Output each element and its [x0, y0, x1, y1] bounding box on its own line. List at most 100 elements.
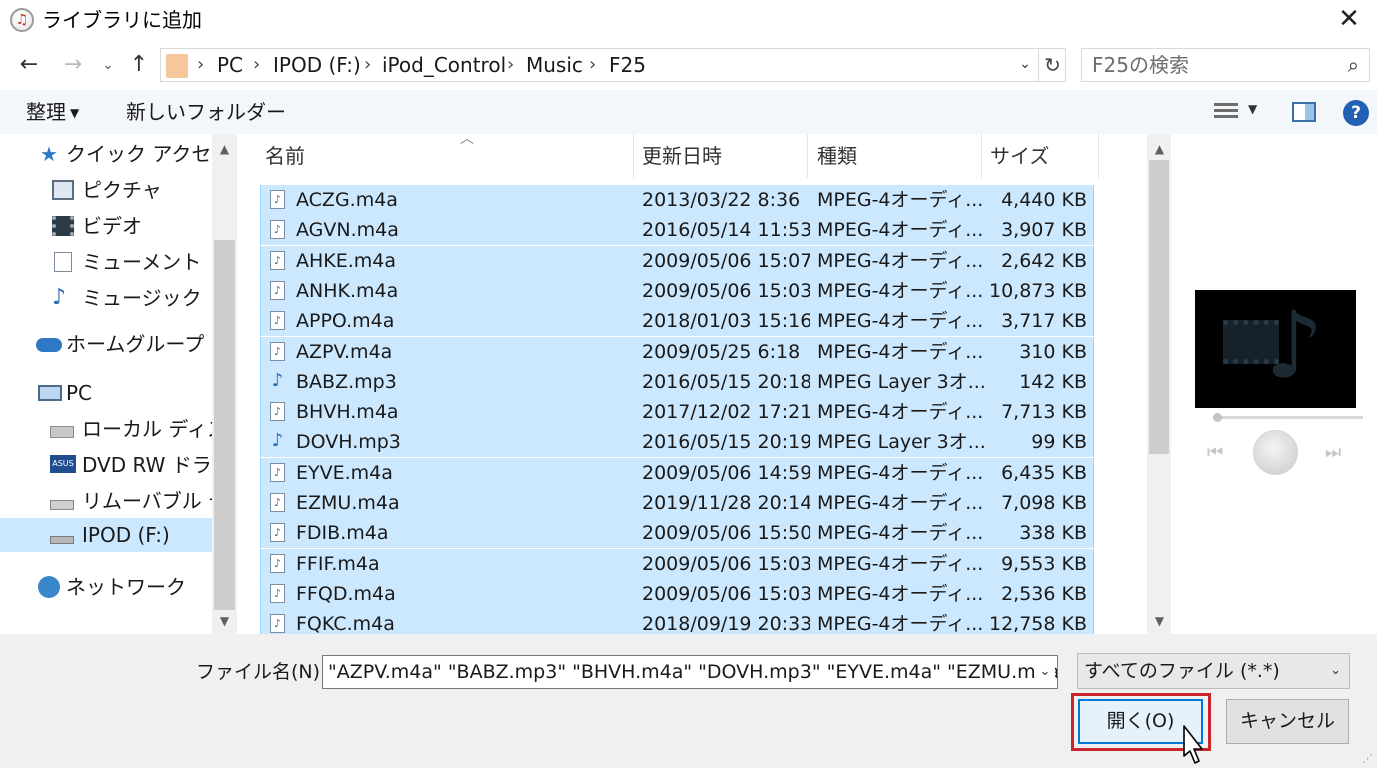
table-row[interactable]: ♪ ANHK.m4a 2009/05/06 15:03 MPEG-4オーディ... 10…: [260, 275, 1094, 306]
column-header-type[interactable]: 種類: [808, 134, 982, 178]
table-row[interactable]: ♪ AGVN.m4a 2016/05/14 11:53 MPEG-4オーディ... 3,…: [260, 215, 1094, 246]
list-scroll-down-icon[interactable]: ▼: [1147, 614, 1172, 628]
audio-file-icon: ♪: [270, 402, 285, 422]
file-type: MPEG-4オーディ...: [817, 522, 984, 545]
nav-item-documents[interactable]: ミューメント: [0, 245, 212, 279]
nav-scroll-down-icon[interactable]: ▼: [212, 614, 237, 628]
table-row[interactable]: ♪ APPO.m4a 2018/01/03 15:16 MPEG-4オーディ... 3,…: [260, 306, 1094, 337]
file-name: EZMU.m4a: [296, 492, 400, 514]
table-row[interactable]: ♪ DOVH.mp3 2016/05/15 20:19 MPEG Layer 3オ..…: [260, 427, 1094, 458]
breadcrumb-music[interactable]: Music: [526, 49, 583, 81]
table-row[interactable]: ♪ FFIF.m4a 2009/05/06 15:03 MPEG-4オーディ... 9,…: [260, 548, 1094, 579]
file-name: ANHK.m4a: [296, 279, 399, 302]
navigation-pane: ★ クイック アクセス ピクチャ ビデオ ミューメント ♪ ミュージック ホーム…: [0, 134, 237, 634]
mp3-file-icon: ♪: [271, 369, 284, 391]
file-name: AGVN.m4a: [296, 219, 399, 242]
table-row[interactable]: ♪ FDIB.m4a 2009/05/06 15:50 MPEG-4オーディ... 33…: [260, 518, 1094, 549]
view-caret-down-icon[interactable]: ▼: [1248, 102, 1257, 116]
file-size: 3,907 KB: [1001, 219, 1087, 242]
back-arrow-icon[interactable]: ←: [12, 50, 46, 80]
organize-menu-button[interactable]: 整理 ▼: [26, 98, 79, 127]
close-button[interactable]: ✕: [1321, 0, 1377, 40]
nav-item-ipod[interactable]: IPOD (F:): [0, 518, 212, 552]
window-title: ライブラリに追加: [42, 8, 202, 32]
audio-file-icon: ♪: [270, 523, 285, 543]
file-type: MPEG-4オーディ...: [817, 492, 984, 514]
breadcrumb-separator: ›: [253, 54, 261, 75]
table-row[interactable]: ♪ FFQD.m4a 2009/05/06 15:03 MPEG-4オーディ... 2,…: [260, 578, 1094, 609]
previous-track-icon[interactable]: ⏮: [1207, 442, 1223, 463]
command-toolbar: 整理 ▼ 新しいフォルダー: [0, 90, 1377, 134]
filename-input[interactable]: "AZPV.m4a" "BABZ.mp3" "BHVH.m4a" "DOVH.m…: [322, 655, 1058, 689]
file-date: 2009/05/06 15:03: [642, 279, 810, 302]
audio-file-icon: ♪: [270, 493, 285, 512]
file-date: 2016/05/15 20:18: [642, 370, 810, 393]
table-row[interactable]: ♪ BABZ.mp3 2016/05/15 20:18 MPEG Layer 3オ..…: [260, 366, 1094, 397]
list-scroll-up-icon[interactable]: ▲: [1147, 142, 1172, 156]
resize-grip-icon[interactable]: ⋰: [1362, 753, 1373, 764]
breadcrumb-f25[interactable]: F25: [609, 49, 646, 81]
table-row[interactable]: ♪ EZMU.m4a 2019/11/28 20:14 MPEG-4オーディ... 7,…: [260, 488, 1094, 518]
breadcrumb-pc[interactable]: PC: [217, 49, 243, 81]
file-date: 2016/05/15 20:19: [642, 431, 810, 454]
nav-item-videos[interactable]: ビデオ: [0, 209, 212, 243]
file-date: 2018/09/19 20:33: [642, 613, 810, 634]
file-name: BHVH.m4a: [296, 401, 399, 424]
mp3-file-icon: ♪: [271, 430, 284, 452]
nav-item-label: ミューメント: [82, 250, 202, 274]
up-arrow-icon[interactable]: ↑: [124, 50, 154, 80]
table-row[interactable]: ♪ BHVH.m4a 2017/12/02 17:21 MPEG-4オーディ... 7,…: [260, 397, 1094, 428]
filetype-chevron-icon: ⌄: [1330, 663, 1341, 678]
table-row[interactable]: ♪ EYVE.m4a 2009/05/06 14:59 MPEG-4オーディ... 6,…: [260, 457, 1094, 488]
nav-item-label: クイック アクセス: [66, 142, 212, 166]
breadcrumb-ipod[interactable]: IPOD (F:): [273, 49, 361, 81]
preview-pane-icon[interactable]: [1292, 102, 1316, 122]
nav-item-pictures[interactable]: ピクチャ: [0, 173, 212, 207]
file-type: MPEG-4オーディ...: [817, 613, 984, 634]
nav-item-dvd[interactable]: ASUS DVD RW ドライブ: [0, 448, 212, 482]
nav-item-local-disk[interactable]: ローカル ディスク: [0, 412, 212, 446]
new-folder-button[interactable]: 新しいフォルダー: [126, 98, 286, 126]
pc-icon: [38, 385, 62, 401]
nav-item-label: リムーバブル デ: [82, 489, 212, 513]
table-row[interactable]: ♪ AHKE.m4a 2009/05/06 15:07 MPEG-4オーディ... 2,…: [260, 245, 1094, 276]
file-name: FQKC.m4a: [296, 613, 395, 634]
file-name: DOVH.mp3: [296, 431, 401, 454]
file-size: 6,435 KB: [1001, 461, 1087, 484]
search-input[interactable]: F25の検索 ⌕: [1081, 48, 1370, 82]
nav-scroll-up-icon[interactable]: ▲: [212, 142, 237, 156]
nav-item-quick-access[interactable]: ★ クイック アクセス: [0, 137, 212, 171]
nav-item-label: ローカル ディスク: [82, 417, 212, 441]
refresh-icon[interactable]: ↻: [1038, 48, 1066, 82]
column-header-size[interactable]: サイズ: [982, 134, 1099, 178]
filetype-select[interactable]: すべてのファイル (*.*) ⌄: [1077, 653, 1350, 689]
address-bar[interactable]: › PC › IPOD (F:) › iPod_Control › Music …: [160, 48, 1066, 82]
table-row[interactable]: ♪ AZPV.m4a 2009/05/25 6:18 MPEG-4オーディ... 310…: [260, 336, 1094, 367]
breadcrumb-ipod-control[interactable]: iPod_Control: [382, 49, 506, 81]
next-track-icon[interactable]: ⏭: [1325, 442, 1341, 463]
table-row[interactable]: ♪ FQKC.m4a 2018/09/19 20:33 MPEG-4オーディ... 12…: [260, 609, 1094, 634]
playback-progress-track[interactable]: [1216, 416, 1363, 419]
view-options-icon[interactable]: [1214, 101, 1238, 121]
nav-item-homegroup[interactable]: ホームグループ: [0, 327, 212, 361]
nav-item-removable[interactable]: リムーバブル デ: [0, 484, 212, 518]
column-header-name[interactable]: ︿ 名前: [260, 134, 634, 178]
table-row[interactable]: ♪ ACZG.m4a 2013/03/22 8:36 MPEG-4オーディ... 4,4…: [260, 185, 1094, 215]
nav-scrollbar-thumb[interactable]: [214, 240, 235, 610]
file-size: 7,713 KB: [1001, 401, 1087, 424]
play-button[interactable]: [1253, 430, 1298, 475]
address-dropdown-chevron-icon[interactable]: ⌄: [1013, 51, 1037, 77]
filename-dropdown-chevron-icon[interactable]: ⌄: [1035, 660, 1055, 684]
file-date: 2013/03/22 8:36: [642, 189, 801, 211]
cancel-button[interactable]: キャンセル: [1226, 699, 1349, 744]
nav-item-music[interactable]: ♪ ミュージック: [0, 281, 212, 315]
file-list-scrollbar-thumb[interactable]: [1149, 160, 1169, 454]
filetype-value: すべてのファイル (*.*): [1084, 660, 1280, 682]
nav-item-network[interactable]: ネットワーク: [0, 570, 212, 604]
recent-locations-chevron-icon[interactable]: ⌄: [96, 50, 120, 80]
column-header-date[interactable]: 更新日時: [634, 134, 808, 178]
playback-progress-knob[interactable]: [1213, 413, 1222, 422]
nav-item-pc[interactable]: PC: [0, 376, 212, 410]
forward-arrow-icon[interactable]: →: [56, 50, 90, 80]
help-icon[interactable]: ?: [1343, 100, 1369, 126]
